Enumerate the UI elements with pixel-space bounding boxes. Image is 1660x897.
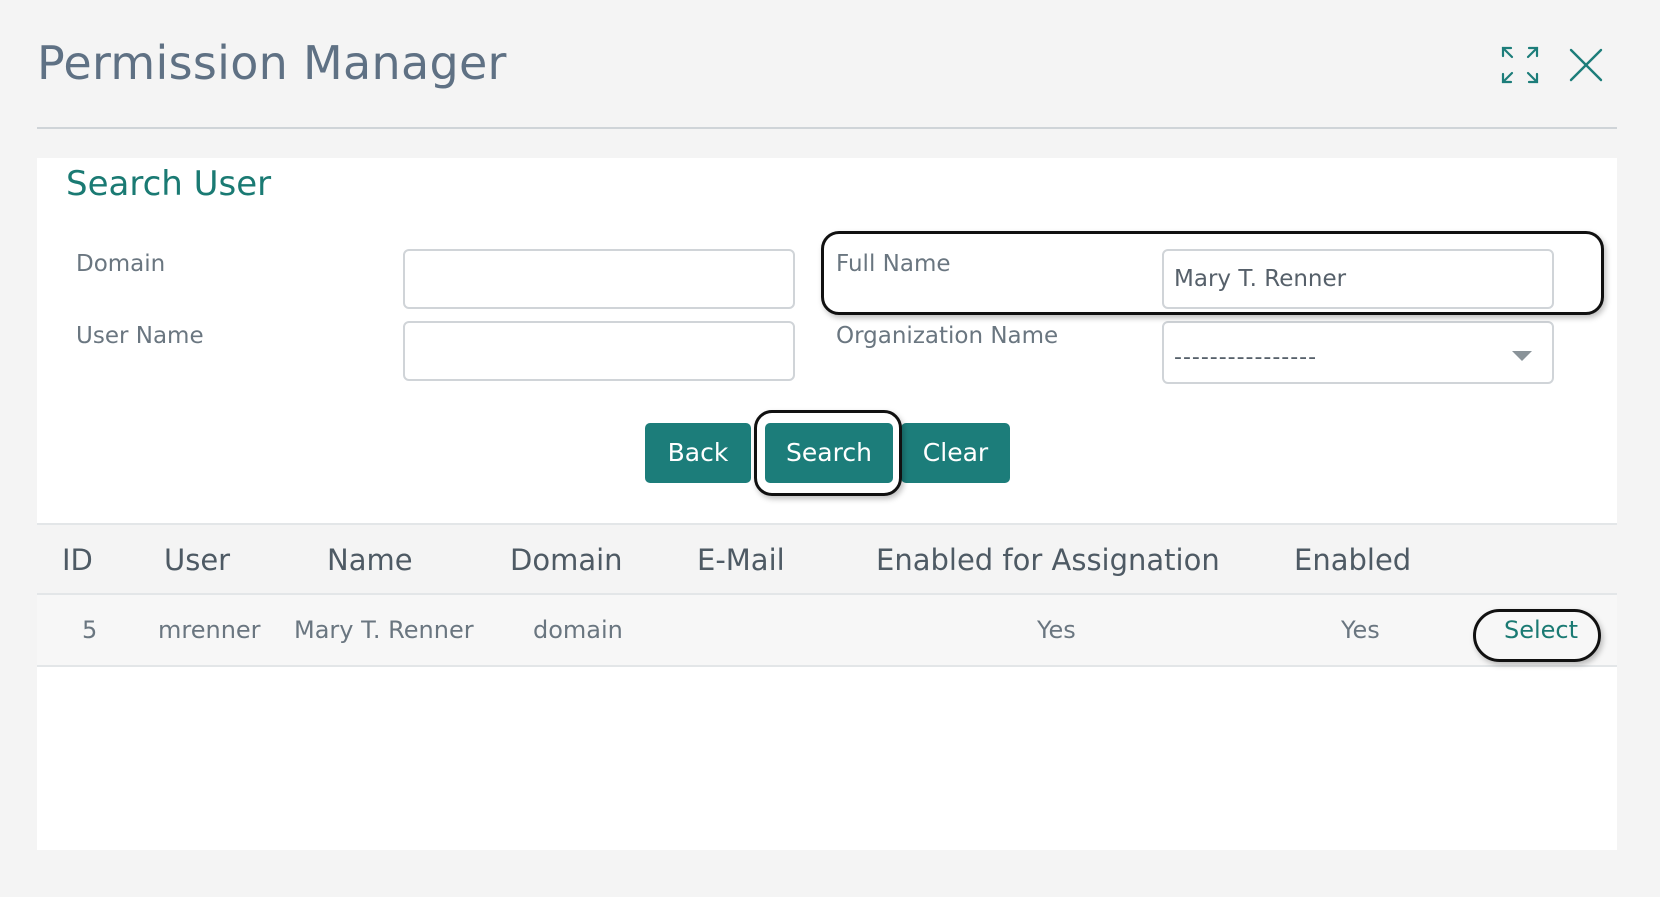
table-row: 5 mrenner Mary T. Renner domain Yes Yes … bbox=[37, 595, 1617, 667]
table-header: ID User Name Domain E-Mail Enabled for A… bbox=[37, 523, 1617, 595]
domain-input[interactable] bbox=[403, 249, 795, 309]
cell-enabled-for-assignation: Yes bbox=[1037, 616, 1076, 644]
column-header-enabled-for-assignation: Enabled for Assignation bbox=[876, 543, 1220, 577]
section-title: Search User bbox=[66, 164, 272, 204]
column-header-enabled: Enabled bbox=[1294, 543, 1412, 577]
clear-button[interactable]: Clear bbox=[901, 423, 1010, 483]
search-user-panel: Search User Domain User Name Full Name O… bbox=[37, 158, 1617, 850]
back-button[interactable]: Back bbox=[645, 423, 751, 483]
full-name-label: Full Name bbox=[836, 251, 951, 277]
cell-enabled: Yes bbox=[1341, 616, 1380, 644]
organization-name-select[interactable]: ---------------- bbox=[1162, 321, 1554, 384]
full-name-input[interactable] bbox=[1162, 249, 1554, 309]
user-name-label: User Name bbox=[76, 323, 204, 349]
organization-name-label: Organization Name bbox=[836, 323, 1059, 349]
header-divider bbox=[37, 127, 1617, 129]
domain-label: Domain bbox=[76, 251, 166, 277]
column-header-domain: Domain bbox=[510, 543, 623, 577]
expand-icon[interactable] bbox=[1500, 45, 1540, 85]
cell-id: 5 bbox=[82, 616, 98, 644]
user-name-input[interactable] bbox=[403, 321, 795, 381]
cell-name: Mary T. Renner bbox=[294, 616, 474, 644]
organization-name-value: ---------------- bbox=[1174, 345, 1318, 370]
cell-user: mrenner bbox=[158, 616, 261, 644]
window-title: Permission Manager bbox=[37, 36, 507, 90]
cell-domain: domain bbox=[533, 616, 623, 644]
chevron-down-icon bbox=[1512, 351, 1532, 361]
column-header-id: ID bbox=[62, 543, 93, 577]
close-icon[interactable] bbox=[1566, 45, 1606, 85]
column-header-email: E-Mail bbox=[697, 543, 785, 577]
column-header-user: User bbox=[164, 543, 231, 577]
column-header-name: Name bbox=[327, 543, 413, 577]
search-button[interactable]: Search bbox=[765, 423, 893, 483]
select-link[interactable]: Select bbox=[1504, 616, 1578, 644]
